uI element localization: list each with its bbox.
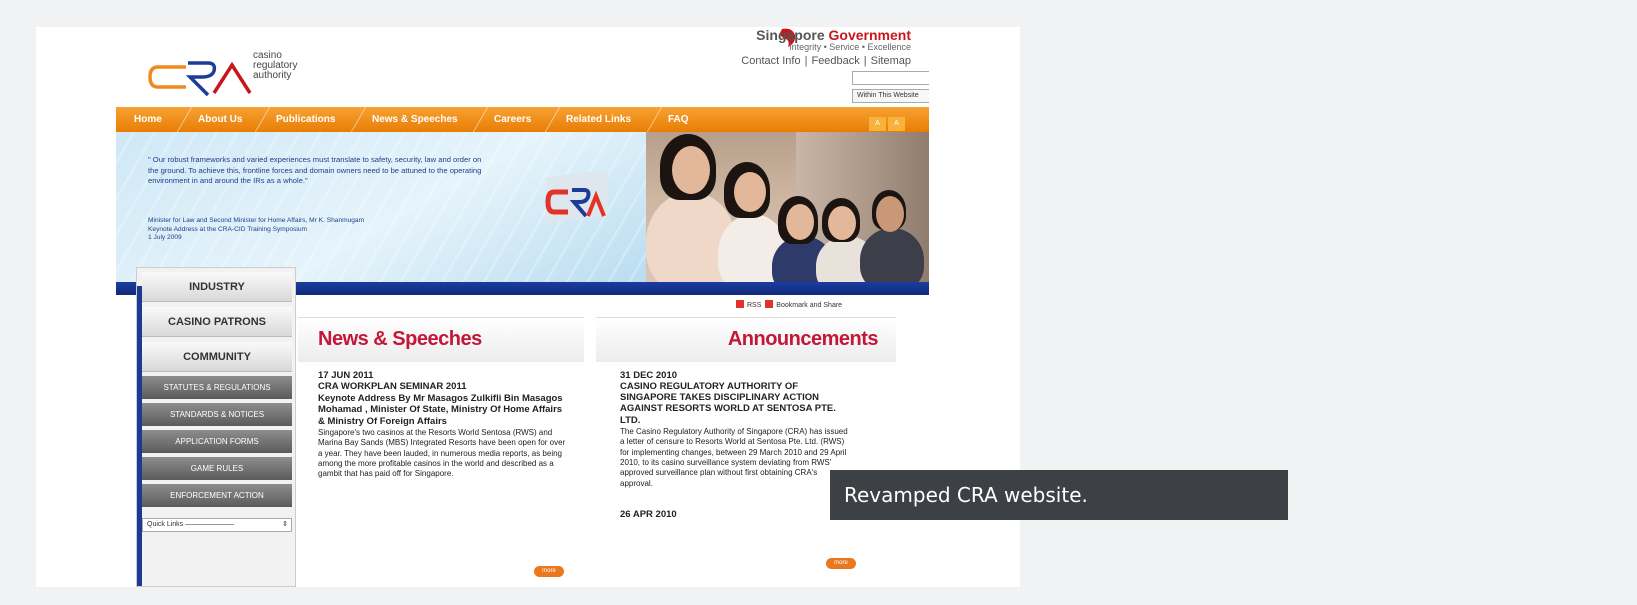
- nav-related-links[interactable]: Related Links: [566, 107, 631, 132]
- sidebar-casino-patrons[interactable]: CASINO PATRONS: [142, 307, 292, 337]
- sidebar-statutes[interactable]: STATUTES & REGULATIONS: [142, 376, 292, 399]
- announcements-panel: Announcements 31 DEC 2010 CASINO REGULAT…: [596, 317, 896, 587]
- nav-home[interactable]: Home: [134, 107, 162, 132]
- bookmark-link[interactable]: Bookmark and Share: [776, 302, 842, 309]
- font-size-controls: AA: [869, 112, 907, 131]
- rss-link[interactable]: RSS: [747, 302, 761, 309]
- sidebar-game-rules[interactable]: GAME RULES: [142, 457, 292, 480]
- nav-news-speeches[interactable]: News & Speeches: [372, 107, 458, 132]
- cra-sign-image: [545, 172, 608, 224]
- news-title: News & Speeches: [318, 328, 482, 350]
- search-input[interactable]: [852, 71, 929, 85]
- feedback-link[interactable]: Feedback: [811, 55, 859, 67]
- sidebar-community[interactable]: COMMUNITY: [142, 342, 292, 372]
- banner-quote: " Our robust frameworks and varied exper…: [148, 155, 482, 185]
- announcements-more-button[interactable]: more: [826, 558, 856, 569]
- nav-publications[interactable]: Publications: [276, 107, 335, 132]
- news-panel: News & Speeches 17 JUN 2011 CRA WORKPLAN…: [298, 317, 584, 587]
- share-toolbar: RSS Bookmark and Share: [736, 300, 842, 309]
- main-nav: Home About Us Publications News & Speech…: [116, 107, 929, 132]
- sidebar-standards[interactable]: STANDARDS & NOTICES: [142, 403, 292, 426]
- quick-links-select[interactable]: Quick Links ——————— ⇕: [142, 518, 292, 532]
- sidebar-industry[interactable]: INDUSTRY: [142, 272, 292, 302]
- news-headline[interactable]: CRA WORKPLAN SEMINAR 2011: [318, 381, 568, 392]
- contact-info-link[interactable]: Contact Info: [741, 55, 800, 67]
- search-scope-select[interactable]: Within This Website⇕: [852, 89, 929, 103]
- select-arrow-icon: ⇕: [282, 521, 288, 528]
- announcements-body: 31 DEC 2010 CASINO REGULATORY AUTHORITY …: [620, 370, 852, 520]
- news-body: 17 JUN 2011 CRA WORKPLAN SEMINAR 2011 Ke…: [318, 370, 568, 480]
- nav-faq[interactable]: FAQ: [668, 107, 689, 132]
- nav-about-us[interactable]: About Us: [198, 107, 242, 132]
- sidebar: INDUSTRY CASINO PATRONS COMMUNITY STATUT…: [136, 267, 296, 587]
- font-larger-button[interactable]: A: [888, 117, 905, 131]
- staff-photo: [646, 132, 929, 282]
- bookmark-icon: [765, 300, 774, 308]
- sitemap-link[interactable]: Sitemap: [871, 55, 911, 67]
- sidebar-enforcement[interactable]: ENFORCEMENT ACTION: [142, 484, 292, 507]
- news-more-button[interactable]: more: [534, 566, 564, 577]
- page-background: casino regulatory authority Singapore Go…: [0, 0, 1637, 605]
- news-subhead[interactable]: Keynote Address By Mr Masagos Zulkifli B…: [318, 393, 568, 427]
- nav-careers[interactable]: Careers: [494, 107, 531, 132]
- hero-banner: " Our robust frameworks and varied exper…: [116, 132, 929, 282]
- logo-text: casino regulatory authority: [253, 50, 298, 81]
- cra-website: casino regulatory authority Singapore Go…: [116, 27, 929, 587]
- announcements-title: Announcements: [727, 328, 879, 350]
- sidebar-application-forms[interactable]: APPLICATION FORMS: [142, 430, 292, 453]
- rss-icon: [736, 300, 744, 308]
- gov-branding[interactable]: Singapore Government Integrity • Service…: [756, 27, 911, 52]
- font-smaller-button[interactable]: A: [869, 117, 886, 131]
- banner-attribution: Minister for Law and Second Minister for…: [148, 217, 365, 241]
- announcement-headline[interactable]: CASINO REGULATORY AUTHORITY OF SINGAPORE…: [620, 381, 852, 426]
- top-links: Contact Info | Feedback | Sitemap: [741, 55, 911, 67]
- image-caption: Revamped CRA website.: [830, 470, 1288, 520]
